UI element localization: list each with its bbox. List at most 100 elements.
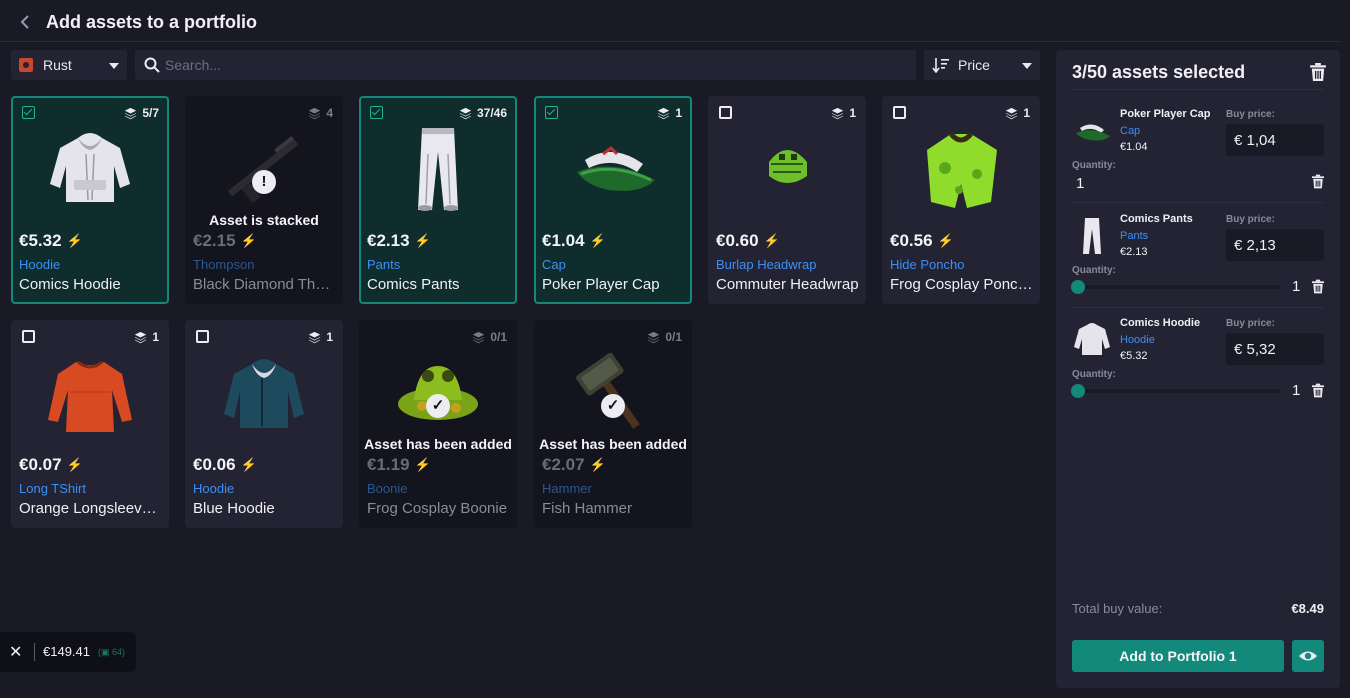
asset-category[interactable]: Hammer [542,481,592,496]
checkbox-checked[interactable] [370,106,383,119]
asset-category[interactable]: Hoodie [19,257,60,272]
search-icon [144,57,160,73]
selected-asset-name: Comics Pants [1120,213,1193,225]
slider-handle[interactable] [1071,384,1085,398]
quantity-value[interactable]: 1 [1076,175,1084,192]
quantity-slider[interactable] [1071,384,1280,398]
asset-card[interactable]: 1 €1.04 ⚡ Cap Poker Player Cap [534,96,692,304]
trash-icon[interactable] [1310,63,1326,81]
back-arrow-icon[interactable] [18,13,32,31]
asset-price: €0.60 ⚡ [716,231,780,250]
search-input[interactable] [165,50,905,80]
stacked-notice: Asset is stacked [209,212,319,228]
bolt-icon: ⚡ [763,233,780,248]
buy-price-input[interactable] [1226,124,1324,156]
divider [1072,89,1324,90]
cap-image [577,146,655,191]
layers-icon [308,107,321,120]
asset-card[interactable]: 37/46 €2.13 ⚡ Pants Comics Pants [359,96,517,304]
asset-name: Poker Player Cap [542,276,660,293]
selected-asset-name: Comics Hoodie [1120,317,1201,329]
bolt-icon: ⚡ [937,233,954,248]
checkbox[interactable] [22,330,35,343]
stack-count: 37/46 [459,106,507,120]
trash-icon[interactable] [1312,383,1324,398]
stack-count: 1 [308,330,333,344]
asset-category[interactable]: Burlap Headwrap [716,257,816,272]
layers-icon [657,107,670,120]
selected-asset-category[interactable]: Cap [1120,125,1140,137]
rust-logo-icon [19,58,33,72]
slider-handle[interactable] [1071,280,1085,294]
sort-label: Price [958,57,990,73]
trash-icon[interactable] [1312,174,1324,189]
bolt-icon: ⚡ [240,233,257,248]
panel-title: 3/50 assets selected [1072,62,1246,82]
asset-category[interactable]: Hoodie [193,481,234,496]
asset-category[interactable]: Pants [367,257,400,272]
total-label: Total buy value: [1072,601,1163,616]
added-notice: Asset has been added [539,436,687,452]
stack-count: 1 [831,106,856,120]
asset-price: €1.04 ⚡ [542,231,606,250]
bolt-icon: ⚡ [414,457,431,472]
asset-category[interactable]: Long TShirt [19,481,86,496]
asset-price: €1.19 ⚡ [367,455,431,474]
checkbox[interactable] [893,106,906,119]
asset-card[interactable]: 0/1 ✓ Asset has been added €1.19 ⚡ Boonie… [359,320,517,528]
game-select[interactable]: Rust [11,50,127,80]
asset-name: Commuter Headwrap [716,276,859,293]
bolt-icon: ⚡ [414,233,431,248]
asset-card[interactable]: 5/7 €5.32 ⚡ Hoodie Comics Hoodie [11,96,169,304]
layers-icon [647,331,660,344]
cap-thumbnail [1076,124,1110,141]
selected-asset-price: €5.32 [1120,350,1148,362]
sort-select[interactable]: Price [924,50,1040,80]
alert-icon: ! [252,170,276,194]
asset-card[interactable]: 1 €0.60 ⚡ Burlap Headwrap Commuter Headwr… [708,96,866,304]
stack-count: 0/1 [472,330,507,344]
asset-card[interactable]: 4 ! Asset is stacked €2.15 ⚡ Thompson Bla… [185,96,343,304]
search-box [135,50,916,80]
layers-icon [831,107,844,120]
bolt-icon: ⚡ [589,233,606,248]
asset-card[interactable]: 0/1 ✓ Asset has been added €2.07 ⚡ Hammer… [534,320,692,528]
selected-asset-category[interactable]: Hoodie [1120,334,1155,346]
headwrap-image [769,150,807,183]
checkbox[interactable] [196,330,209,343]
hoodie-image [224,359,304,428]
chevron-down-icon [1022,63,1032,69]
trash-icon[interactable] [1312,279,1324,294]
asset-card[interactable]: 1 €0.06 ⚡ Hoodie Blue Hoodie [185,320,343,528]
asset-card[interactable]: 1 €0.56 ⚡ Hide Poncho Frog Cosplay Poncho [882,96,1040,304]
asset-price: €2.15 ⚡ [193,231,257,250]
check-icon: ✓ [426,394,450,418]
asset-card[interactable]: 1 €0.07 ⚡ Long TShirt Orange Longsleeve T… [11,320,169,528]
selected-asset-name: Poker Player Cap [1120,108,1211,120]
asset-price: €5.32 ⚡ [19,231,83,250]
layers-icon [472,331,485,344]
buy-price-input[interactable] [1226,333,1324,365]
asset-price: €0.06 ⚡ [193,455,257,474]
quantity-value: 1 [1292,278,1301,295]
close-icon[interactable]: ✕ [9,642,22,662]
asset-category[interactable]: Boonie [367,481,407,496]
hammer-image [576,352,640,429]
asset-category[interactable]: Thompson [193,257,254,272]
buy-price-input[interactable] [1226,229,1324,261]
check-icon: ✓ [601,394,625,418]
add-to-portfolio-button[interactable]: Add to Portfolio 1 [1072,640,1284,672]
selected-asset-category[interactable]: Pants [1120,230,1148,242]
preview-button[interactable] [1292,640,1324,672]
sort-icon [932,58,949,73]
asset-category[interactable]: Hide Poncho [890,257,964,272]
checkbox-checked[interactable] [22,106,35,119]
asset-category[interactable]: Cap [542,257,566,272]
checkbox[interactable] [719,106,732,119]
briefcase-icon: ▣ [101,647,110,657]
boonie-image [398,366,478,420]
quantity-slider[interactable] [1071,280,1280,294]
bolt-icon: ⚡ [589,457,606,472]
checkbox-checked[interactable] [545,106,558,119]
asset-name: Comics Pants [367,276,460,293]
